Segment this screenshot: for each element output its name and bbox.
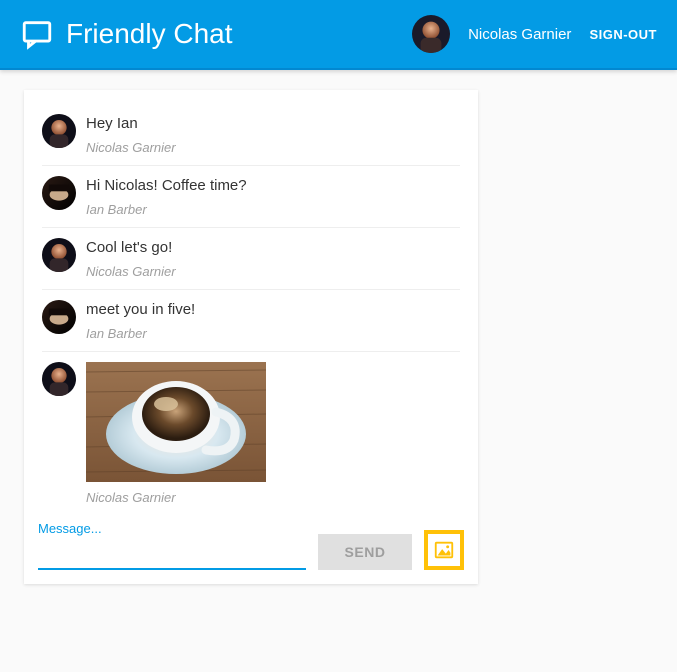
- messages-list: Hey Ian Nicolas Garnier Hi Nicolas! Coffee…: [38, 104, 464, 515]
- message-text: meet you in five!: [86, 300, 460, 318]
- message-avatar: [42, 362, 76, 396]
- message-body: meet you in five! Ian Barber: [86, 300, 460, 341]
- message-sender: Nicolas Garnier: [86, 140, 460, 155]
- message-row: Cool let's go! Nicolas Garnier: [42, 228, 460, 290]
- chat-icon: [20, 17, 54, 51]
- message-input[interactable]: [38, 548, 306, 570]
- header-left: Friendly Chat: [20, 17, 233, 51]
- message-avatar: [42, 176, 76, 210]
- sign-out-button[interactable]: SIGN-OUT: [589, 27, 657, 42]
- message-text: Hey Ian: [86, 114, 460, 132]
- compose-row: Message... SEND: [38, 515, 464, 570]
- send-button[interactable]: SEND: [318, 534, 412, 570]
- header-right: Nicolas Garnier SIGN-OUT: [412, 15, 657, 53]
- message-avatar: [42, 300, 76, 334]
- message-sender: Nicolas Garnier: [86, 490, 460, 505]
- message-row: Hey Ian Nicolas Garnier: [42, 104, 460, 166]
- user-name: Nicolas Garnier: [468, 26, 571, 43]
- message-avatar: [42, 238, 76, 272]
- message-avatar: [42, 114, 76, 148]
- message-row: Nicolas Garnier: [42, 352, 460, 515]
- app-title: Friendly Chat: [66, 18, 233, 50]
- message-row: Hi Nicolas! Coffee time? Ian Barber: [42, 166, 460, 228]
- message-sender: Nicolas Garnier: [86, 264, 460, 279]
- message-input-wrap: Message...: [38, 521, 306, 570]
- message-row: meet you in five! Ian Barber: [42, 290, 460, 352]
- message-sender: Ian Barber: [86, 326, 460, 341]
- message-body: Cool let's go! Nicolas Garnier: [86, 238, 460, 279]
- chat-card: Hey Ian Nicolas Garnier Hi Nicolas! Coffee…: [24, 90, 478, 584]
- app-header: Friendly Chat Nicolas Garnier SIGN-OUT: [0, 0, 677, 70]
- message-body: Nicolas Garnier: [86, 362, 460, 505]
- message-input-label: Message...: [38, 521, 306, 536]
- message-text: Hi Nicolas! Coffee time?: [86, 176, 460, 194]
- message-body: Hi Nicolas! Coffee time? Ian Barber: [86, 176, 460, 217]
- message-image[interactable]: [86, 362, 266, 482]
- message-sender: Ian Barber: [86, 202, 460, 217]
- attach-image-button[interactable]: [424, 530, 464, 570]
- image-icon: [428, 534, 460, 566]
- user-avatar[interactable]: [412, 15, 450, 53]
- message-body: Hey Ian Nicolas Garnier: [86, 114, 460, 155]
- message-text: Cool let's go!: [86, 238, 460, 256]
